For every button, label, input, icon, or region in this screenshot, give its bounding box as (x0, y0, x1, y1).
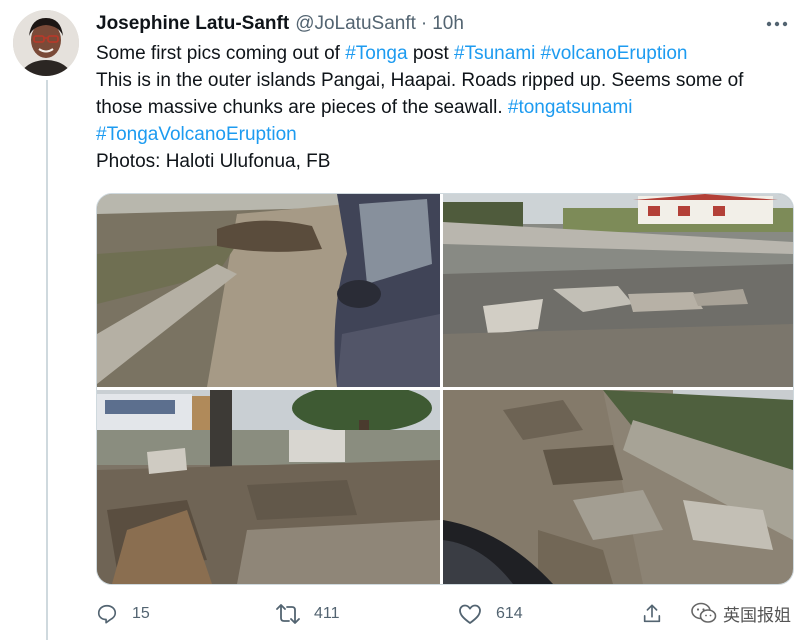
author-display-name[interactable]: Josephine Latu-Sanft (96, 13, 289, 35)
separator-dot: · (420, 13, 428, 34)
photo-image (97, 194, 440, 387)
photo-road-car[interactable] (97, 194, 440, 387)
retweet-button[interactable]: 411 (276, 600, 340, 628)
text-segment: Some first pics coming out of (96, 43, 346, 64)
text-segment: those massive chunks are pieces of the s… (96, 97, 508, 118)
like-count: 614 (496, 605, 523, 622)
wechat-icon (691, 602, 717, 623)
avatar[interactable] (13, 10, 79, 76)
more-horizontal-icon (766, 21, 788, 27)
hashtag-link[interactable]: #Tonga (345, 43, 407, 64)
hashtag-link[interactable]: #tongatsunami (508, 97, 633, 118)
thread-line (46, 80, 48, 640)
reply-icon (97, 604, 117, 624)
retweet-count: 411 (314, 605, 340, 622)
like-button[interactable]: 614 (458, 600, 523, 628)
photo-image (443, 390, 793, 584)
watermark: 英国报姐 (691, 598, 791, 628)
text-segment: post (407, 43, 455, 64)
photo-seawall-house[interactable] (443, 194, 793, 387)
share-button[interactable] (641, 600, 677, 628)
tweet-text: Some first pics coming out of #Tonga pos… (96, 40, 791, 175)
photo-image (443, 194, 793, 387)
author-handle[interactable]: @JoLatuSanft (295, 13, 416, 35)
photo-image (97, 390, 440, 584)
photo-debris-pole[interactable] (97, 390, 440, 584)
tweet-timestamp[interactable]: 10h (432, 13, 464, 35)
avatar-photo (13, 10, 79, 76)
hashtag-link[interactable]: #TongaVolcanoEruption (96, 124, 297, 145)
tweet-line-3: those massive chunks are pieces of the s… (96, 94, 791, 121)
photo-ripped-road[interactable] (443, 390, 793, 584)
tweet-header: Josephine Latu-Sanft @JoLatuSanft · 10h (96, 12, 789, 36)
tweet-line-2: This is in the outer islands Pangai, Haa… (96, 70, 744, 91)
reply-button[interactable]: 15 (96, 600, 150, 628)
tweet-line-1: Some first pics coming out of #Tonga pos… (96, 40, 791, 67)
tweet-line-4: #TongaVolcanoEruption (96, 121, 791, 148)
hashtag-link[interactable]: #Tsunami (454, 43, 535, 64)
reply-count: 15 (132, 605, 150, 622)
hashtag-link[interactable]: #volcanoEruption (541, 43, 688, 64)
media-grid (96, 193, 794, 585)
heart-icon (459, 604, 481, 624)
retweet-icon (276, 604, 300, 624)
share-icon (643, 604, 661, 623)
tweet-line-5: Photos: Haloti Ulufonua, FB (96, 151, 331, 172)
watermark-text: 英国报姐 (723, 605, 791, 626)
more-options-button[interactable] (765, 14, 789, 34)
